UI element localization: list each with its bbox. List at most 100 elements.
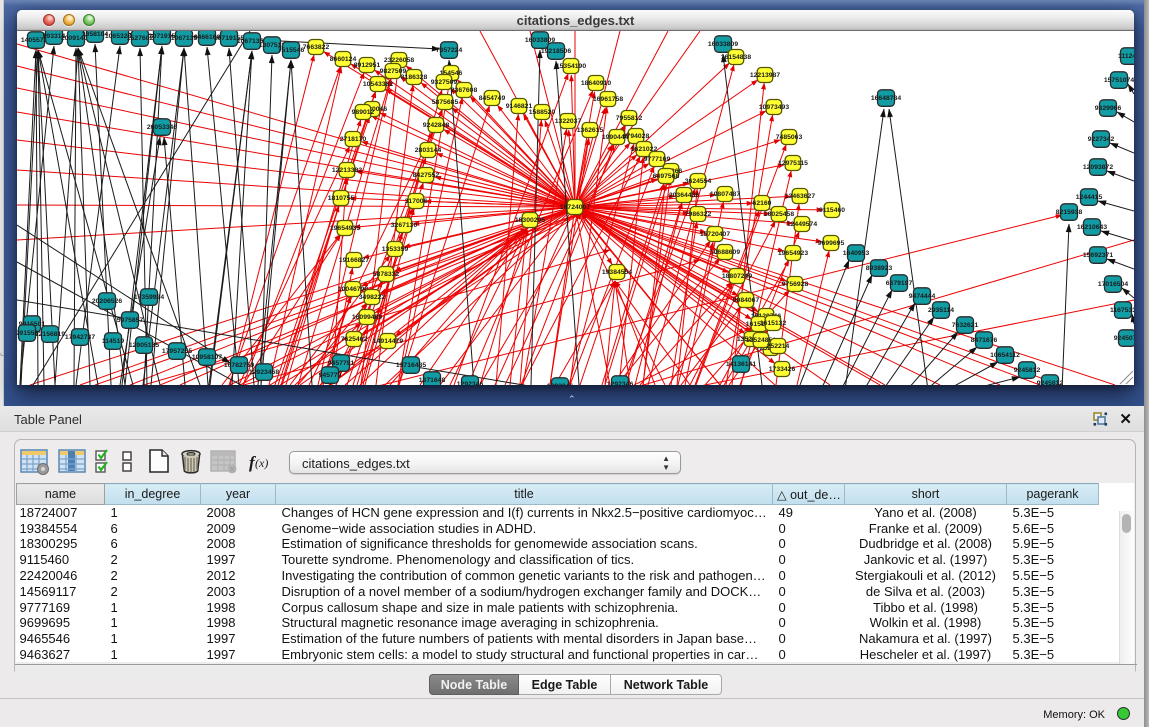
svg-text:8427552: 8427552 (413, 172, 440, 179)
svg-text:12213382: 12213382 (332, 167, 362, 174)
svg-text:7515546: 7515546 (278, 47, 305, 54)
svg-text:7955812: 7955812 (616, 115, 643, 122)
svg-text:7357224: 7357224 (436, 47, 463, 54)
svg-text:19166827: 19166827 (339, 257, 369, 264)
svg-text:12213987: 12213987 (750, 72, 780, 79)
svg-text:1615132: 1615132 (760, 320, 787, 327)
svg-text:1244415: 1244415 (1076, 194, 1103, 201)
svg-text:1810755: 1810755 (328, 195, 355, 202)
svg-text:13463627: 13463627 (785, 193, 815, 200)
svg-text:5878332: 5878332 (373, 271, 400, 278)
svg-text:2367608: 2367608 (451, 87, 478, 94)
svg-text:18300295: 18300295 (515, 217, 545, 224)
svg-text:15720407: 15720407 (700, 231, 730, 238)
svg-text:19654923: 19654923 (778, 250, 808, 257)
svg-text:114519: 114519 (102, 338, 125, 345)
svg-text:252214: 252214 (767, 343, 790, 350)
svg-text:16033809: 16033809 (708, 41, 738, 48)
svg-text:15692371: 15692371 (1083, 252, 1113, 259)
svg-text:20053346: 20053346 (147, 124, 177, 131)
svg-text:12093872: 12093872 (1083, 164, 1113, 171)
svg-text:9115460: 9115460 (819, 207, 845, 214)
svg-text:10688609: 10688609 (710, 249, 740, 256)
svg-text:7663822: 7663822 (303, 44, 330, 51)
svg-text:9084067: 9084067 (733, 297, 760, 304)
svg-text:9699695: 9699695 (818, 240, 845, 247)
svg-text:10973493: 10973493 (759, 104, 789, 111)
svg-text:17942737: 17942737 (65, 334, 95, 341)
svg-text:16154838: 16154838 (721, 54, 751, 61)
svg-text:7986322: 7986322 (685, 211, 712, 218)
svg-text:2803144: 2803144 (415, 147, 442, 154)
svg-text:16782759: 16782759 (224, 362, 254, 369)
svg-text:8471676: 8471676 (971, 337, 998, 344)
svg-text:1292346: 1292346 (607, 381, 634, 385)
svg-text:10654112: 10654112 (990, 352, 1020, 359)
svg-text:12975115: 12975115 (778, 160, 808, 167)
svg-text:16210643: 16210643 (1077, 224, 1107, 231)
svg-text:9329966: 9329966 (1095, 105, 1122, 112)
svg-text:1733426: 1733426 (769, 366, 796, 373)
svg-text:18640910: 18640910 (581, 80, 611, 87)
svg-text:8912951: 8912951 (354, 62, 381, 69)
svg-text:9242848: 9242848 (423, 122, 450, 129)
svg-text:6379197: 6379197 (886, 280, 913, 287)
svg-text:5875685: 5875685 (432, 99, 459, 106)
svg-text:8938923: 8938923 (866, 265, 893, 272)
svg-text:2935114: 2935114 (928, 307, 954, 314)
svg-text:1353359: 1353359 (382, 246, 409, 253)
svg-text:15354190: 15354190 (556, 63, 586, 70)
svg-text:7485063: 7485063 (776, 134, 803, 141)
svg-text:9474444: 9474444 (909, 293, 936, 300)
svg-text:9777169: 9777169 (644, 156, 671, 163)
svg-text:12156819: 12156819 (35, 331, 65, 338)
svg-text:7625462: 7625462 (341, 336, 368, 343)
svg-text:1322037: 1322037 (555, 118, 582, 125)
svg-text:2718170: 2718170 (340, 136, 367, 143)
svg-text:17016504: 17016504 (1098, 281, 1128, 288)
svg-text:20364436: 20364436 (669, 192, 699, 199)
svg-text:15751074: 15751074 (1104, 77, 1134, 84)
svg-text:6497568: 6497568 (653, 173, 680, 180)
svg-text:10046798: 10046798 (338, 286, 368, 293)
svg-text:13716485: 13716485 (396, 362, 426, 369)
svg-text:16099489: 16099489 (352, 314, 382, 321)
svg-text:1292346: 1292346 (547, 383, 574, 385)
svg-text:20206526: 20206526 (92, 298, 122, 305)
svg-text:1362615: 1362615 (577, 127, 604, 134)
svg-text:16961758: 16961758 (593, 96, 623, 103)
svg-text:12923468: 12923468 (249, 369, 279, 376)
svg-text:945779: 945779 (319, 372, 342, 379)
svg-text:18724007: 18724007 (560, 204, 590, 211)
svg-text:12905135: 12905135 (129, 342, 159, 349)
svg-text:3267130: 3267130 (391, 222, 418, 229)
svg-text:7632621: 7632621 (952, 322, 979, 329)
svg-text:10807487: 10807487 (710, 191, 740, 198)
svg-text:17957255: 17957255 (162, 348, 192, 355)
svg-text:19384554: 19384554 (602, 269, 632, 276)
svg-text:10025458: 10025458 (764, 211, 794, 218)
svg-text:12449574: 12449574 (787, 221, 817, 228)
svg-text:10958107: 10958107 (192, 354, 222, 361)
svg-text:3624554: 3624554 (685, 178, 712, 185)
svg-text:9756928: 9756928 (782, 281, 809, 288)
svg-text:111240: 111240 (1118, 53, 1134, 60)
svg-text:5975857: 5975857 (117, 317, 144, 324)
svg-text:1292346: 1292346 (457, 381, 484, 385)
svg-text:19654935: 19654935 (330, 225, 360, 232)
svg-text:8454749: 8454749 (479, 95, 506, 102)
svg-text:10543382: 10543382 (363, 81, 393, 88)
svg-text:9245812: 9245812 (1037, 380, 1064, 385)
svg-text:9227342: 9227342 (1088, 136, 1115, 143)
svg-text:1371648: 1371648 (419, 377, 446, 384)
svg-text:16648784: 16648784 (871, 95, 901, 102)
svg-text:3498222: 3498222 (359, 294, 386, 301)
svg-text:1640953: 1640953 (843, 250, 870, 257)
svg-text:8215938: 8215938 (1056, 209, 1083, 216)
svg-text:8186328: 8186328 (401, 74, 428, 81)
svg-text:62160: 62160 (753, 200, 772, 207)
svg-text:1167533: 1167533 (1110, 307, 1134, 314)
svg-text:18807249: 18807249 (722, 273, 752, 280)
svg-text:9245812: 9245812 (1014, 367, 1041, 374)
svg-text:14914479: 14914479 (373, 338, 403, 345)
